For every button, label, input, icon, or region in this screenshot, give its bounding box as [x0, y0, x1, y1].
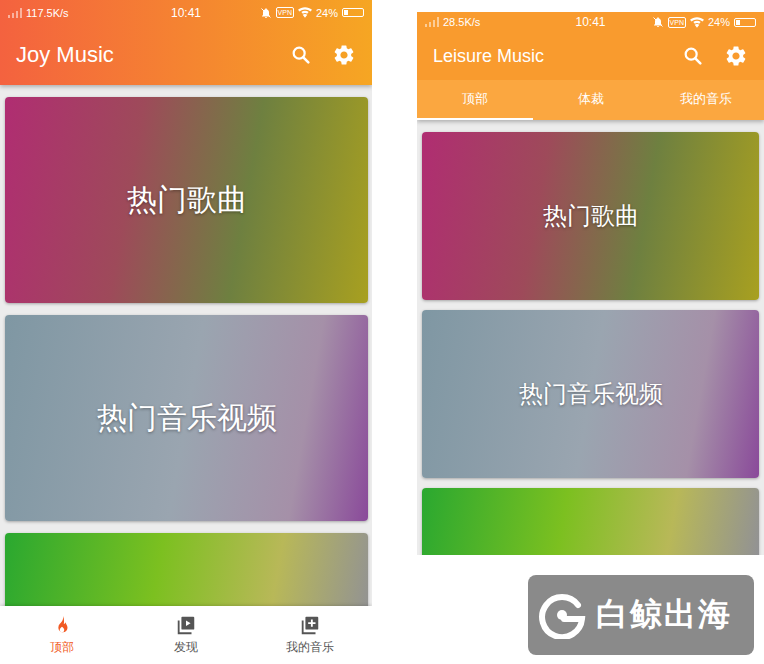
nav-item[interactable]: 我的音乐	[248, 606, 372, 664]
category-card[interactable]	[422, 488, 759, 555]
card-title: 热门音乐视频	[97, 398, 277, 439]
add-library-icon	[299, 614, 321, 636]
nav-label: 我的音乐	[286, 639, 334, 656]
battery-percent: 24%	[708, 16, 730, 28]
video-library-icon	[175, 614, 197, 636]
clock: 10:41	[171, 6, 201, 20]
wifi-icon	[298, 7, 312, 18]
nav-item[interactable]: 顶部	[0, 606, 124, 664]
gear-icon[interactable]	[332, 43, 356, 67]
app-title: Leisure Music	[433, 46, 544, 67]
category-card[interactable]: 热门音乐视频	[422, 310, 759, 478]
whale-logo-icon	[538, 591, 586, 639]
signal-icon	[425, 17, 439, 27]
tab[interactable]: 我的音乐	[648, 80, 764, 120]
header: 28.5K/s 10:41 VPN 24% Leisure Music 顶部体裁…	[417, 12, 764, 120]
comparison-image: 117.5K/s 10:41 VPN 24% Joy Music 热门歌曲热门音…	[0, 0, 764, 664]
app-bar: Leisure Music	[417, 32, 764, 80]
phone-screen: 117.5K/s 10:41 VPN 24% Joy Music 热门歌曲热门音…	[0, 0, 372, 664]
battery-percent: 24%	[316, 7, 338, 19]
card-list: 热门歌曲热门音乐视频	[417, 120, 764, 555]
search-icon[interactable]	[290, 44, 312, 66]
signal-icon	[8, 8, 22, 18]
clock: 10:41	[575, 15, 605, 29]
header: 117.5K/s 10:41 VPN 24% Joy Music	[0, 0, 372, 85]
app-title: Joy Music	[16, 42, 114, 68]
tab[interactable]: 顶部	[417, 80, 533, 120]
battery-icon	[734, 18, 756, 27]
flame-icon	[51, 614, 73, 636]
vpn-badge: VPN	[668, 17, 686, 28]
card-title: 热门歌曲	[543, 200, 639, 232]
network-speed: 28.5K/s	[443, 16, 480, 28]
phone-screen: 28.5K/s 10:41 VPN 24% Leisure Music 顶部体裁…	[417, 12, 764, 555]
nav-item[interactable]: 发现	[124, 606, 248, 664]
watermark: 白鲸出海	[528, 575, 754, 655]
battery-icon	[342, 8, 364, 17]
card-list: 热门歌曲热门音乐视频	[0, 85, 372, 606]
bell-off-icon	[652, 16, 664, 28]
bell-off-icon	[260, 7, 272, 19]
tab-bar: 顶部体裁我的音乐	[417, 80, 764, 120]
network-speed: 117.5K/s	[26, 7, 69, 19]
nav-label: 顶部	[50, 639, 74, 656]
category-card[interactable]	[5, 533, 368, 606]
category-card[interactable]: 热门歌曲	[5, 97, 368, 303]
status-bar: 117.5K/s 10:41 VPN 24%	[0, 0, 372, 25]
card-title: 热门音乐视频	[519, 378, 663, 410]
app-bar: Joy Music	[0, 25, 372, 85]
tab[interactable]: 体裁	[533, 80, 649, 120]
category-card[interactable]: 热门音乐视频	[5, 315, 368, 521]
search-icon[interactable]	[682, 45, 704, 67]
vpn-badge: VPN	[276, 7, 294, 18]
bottom-nav: 顶部 发现 我的音乐	[0, 606, 372, 664]
category-card[interactable]: 热门歌曲	[422, 132, 759, 300]
wifi-icon	[690, 17, 704, 28]
gear-icon[interactable]	[724, 44, 748, 68]
status-bar: 28.5K/s 10:41 VPN 24%	[417, 12, 764, 32]
card-title: 热门歌曲	[127, 180, 247, 221]
watermark-text: 白鲸出海	[596, 593, 732, 637]
nav-label: 发现	[174, 639, 198, 656]
